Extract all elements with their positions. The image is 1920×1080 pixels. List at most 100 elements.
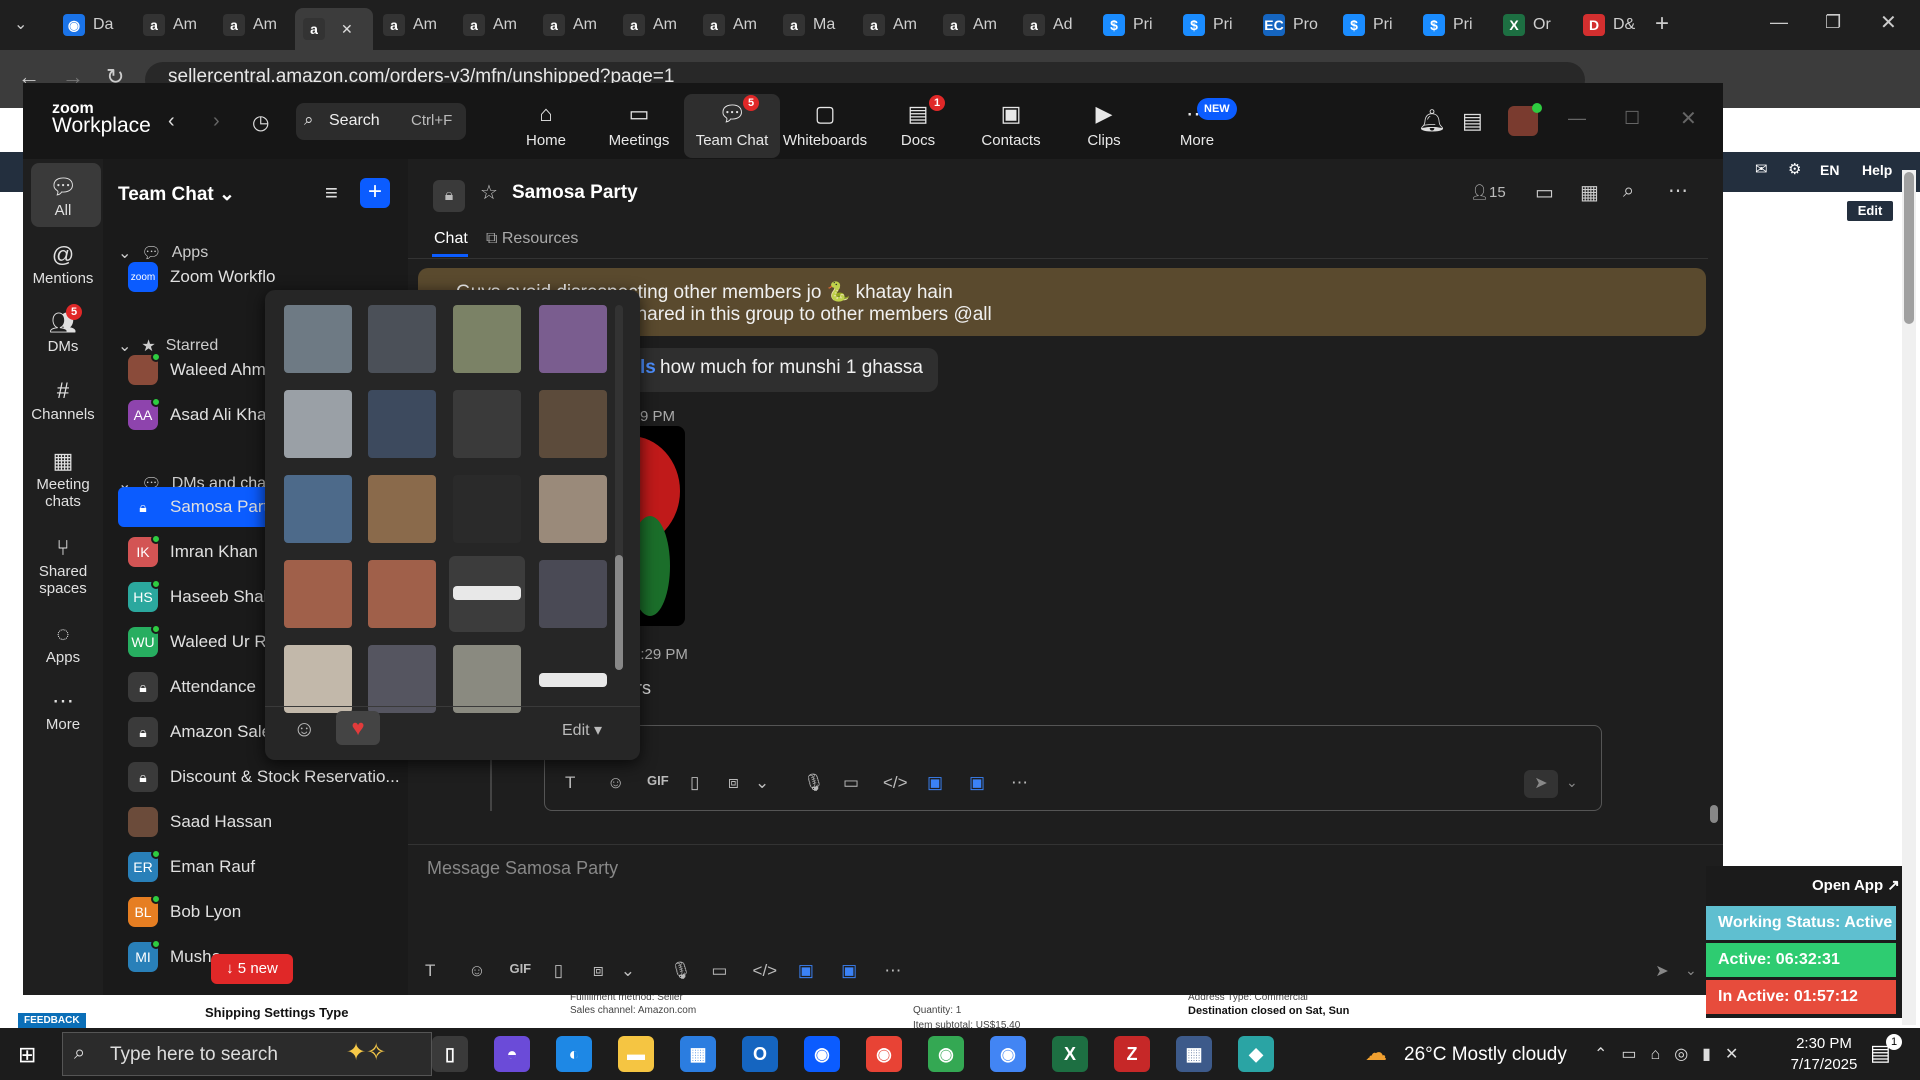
browser-tab[interactable]: $ Pri [1415, 8, 1493, 42]
zoom-close-button[interactable]: ✕ [1680, 106, 1697, 131]
restore-window-button[interactable]: ❐ [1825, 12, 1841, 33]
sidebar-item[interactable]: ER Eman Rauf [118, 847, 408, 887]
nav-meetings[interactable]: ▭ Meetings [594, 100, 684, 149]
nav-home[interactable]: ⌂ Home [501, 100, 591, 149]
reply-composer[interactable] [544, 725, 1602, 811]
browser-tab[interactable]: a Am [455, 8, 533, 42]
gear-icon[interactable]: ⚙ [1788, 160, 1801, 178]
video-call-icon[interactable]: ▭ [1535, 180, 1554, 205]
calculator-icon[interactable]: ▦ [1176, 1036, 1212, 1072]
sticker-thumbnail[interactable] [453, 305, 521, 373]
file-explorer-icon[interactable]: ▬ [618, 1036, 654, 1072]
picker-edit-button[interactable]: Edit ▾ [562, 720, 602, 740]
mention-link[interactable]: ls [640, 357, 656, 379]
sticker-thumbnail[interactable] [284, 390, 352, 458]
channel-title[interactable]: Samosa Party [512, 182, 638, 204]
rail-mentions[interactable]: @ Mentions [23, 240, 103, 287]
search-placeholder[interactable]: Search [329, 112, 380, 130]
filezilla-icon[interactable]: Z [1114, 1036, 1150, 1072]
chrome-taskbar-icon[interactable]: ◉ [866, 1036, 902, 1072]
video-message-icon[interactable]: ▭ [711, 961, 727, 981]
taskbar-search-input[interactable]: Type here to search [110, 1044, 278, 1066]
nav-docs[interactable]: ▤ Docs [873, 100, 963, 149]
weather-icon[interactable]: ☁ [1365, 1040, 1387, 1066]
browser-tab[interactable]: $ Pri [1175, 8, 1253, 42]
rail-shared-spaces[interactable]: ⑂ Shared spaces [23, 533, 103, 597]
sticker-thumbnail[interactable] [368, 390, 436, 458]
browser-tab[interactable]: $ Pri [1095, 8, 1173, 42]
sticker-thumbnail[interactable] [453, 645, 521, 713]
feedback-button[interactable]: FEEDBACK [18, 1013, 86, 1028]
rail-dms[interactable]: 👥︎ DMs [23, 308, 103, 355]
sticker-thumbnail[interactable] [284, 305, 352, 373]
calendar-app-icon[interactable]: ▤ [1462, 108, 1483, 134]
app-taskbar-icon[interactable]: ◆ [1238, 1036, 1274, 1072]
copilot-app-icon[interactable]: ◓ [494, 1036, 530, 1072]
rail-all[interactable]: 💬︎ All [23, 172, 103, 219]
chat-scrollbar-thumb[interactable] [1710, 805, 1718, 823]
browser-tab[interactable]: a Am [375, 8, 453, 42]
sticker-thumbnail[interactable] [539, 305, 607, 373]
picker-scrollbar-thumb[interactable] [615, 555, 623, 670]
browser-tab[interactable]: a Am [615, 8, 693, 42]
rail-meeting-chats[interactable]: ▦ Meeting chats [23, 446, 103, 510]
more-options-icon[interactable]: ⋯ [1668, 178, 1688, 203]
edit-button[interactable]: Edit [1846, 200, 1894, 222]
emoji-tab-icon[interactable]: ☺ [293, 716, 315, 742]
sticker-thumbnail[interactable] [284, 475, 352, 543]
sticker-thumbnail[interactable] [453, 586, 521, 600]
screenshot-icon[interactable]: ⧈ [593, 961, 604, 981]
sticker-thumbnail[interactable] [284, 645, 352, 713]
file-icon[interactable]: ▯ [554, 961, 563, 981]
clock-time[interactable]: 2:30 PM [1789, 1035, 1859, 1052]
chrome-taskbar-icon[interactable]: ◉ [928, 1036, 964, 1072]
app-icon[interactable]: ▣ [798, 961, 814, 981]
text-format-icon[interactable]: T [565, 773, 575, 793]
clock-date[interactable]: 7/17/2025 [1780, 1056, 1868, 1073]
browser-tab[interactable]: a Ma [775, 8, 853, 42]
more-tools-icon[interactable]: ⋯ [1011, 773, 1028, 793]
chat-scrollbar[interactable] [1710, 260, 1720, 825]
main-send-options-icon[interactable]: ⌄ [1685, 962, 1697, 979]
browser-tab[interactable]: a ✕ [295, 8, 373, 50]
message-input[interactable]: Message Samosa Party [427, 858, 618, 879]
browser-tab[interactable]: a Ad [1015, 8, 1093, 42]
browser-tab[interactable]: a Am [215, 8, 293, 42]
sidebar-item[interactable]: BL Bob Lyon [118, 892, 408, 932]
sticker-thumbnail[interactable] [368, 645, 436, 713]
help-link[interactable]: Help [1862, 162, 1892, 178]
browser-tab[interactable]: a Am [135, 8, 213, 42]
main-send-button[interactable]: ➤ [1645, 958, 1679, 986]
forward-arrow-icon[interactable]: › [213, 110, 220, 133]
filter-icon[interactable]: ≡ [325, 180, 338, 206]
sticker-thumbnail[interactable] [368, 560, 436, 628]
nav-team-chat[interactable]: 💬︎ Team Chat [687, 100, 777, 149]
browser-tab[interactable]: EC Pro [1255, 8, 1333, 42]
system-tray-icons[interactable]: ⌃▭⌂◎▮✕ [1594, 1044, 1752, 1064]
windows-start-icon[interactable]: ⊞ [18, 1042, 36, 1068]
nav-whiteboards[interactable]: ▢ Whiteboards [780, 100, 870, 149]
calendar-icon[interactable]: ▦ [1580, 180, 1599, 205]
send-button[interactable]: ➤ [1524, 770, 1558, 798]
new-chat-button[interactable]: + [360, 178, 390, 208]
sticker-thumbnail[interactable] [368, 305, 436, 373]
rail-apps[interactable]: ◌ Apps [23, 619, 103, 666]
sticker-thumbnail[interactable] [539, 390, 607, 458]
send-options-icon[interactable]: ⌄ [1566, 774, 1578, 791]
tab-chat[interactable]: Chat [434, 230, 468, 248]
sticker-thumbnail[interactable] [284, 560, 352, 628]
browser-tab[interactable]: D D& [1575, 8, 1653, 42]
microphone-icon[interactable]: 🎙︎ [670, 961, 692, 981]
mail-icon[interactable]: ✉ [1755, 160, 1768, 178]
gif-icon[interactable]: GIF [509, 961, 531, 976]
close-window-button[interactable]: ✕ [1880, 10, 1897, 35]
app-icon[interactable]: ▣ [927, 773, 943, 793]
file-icon[interactable]: ▯ [690, 773, 699, 793]
nav-clips[interactable]: ▶ Clips [1059, 100, 1149, 149]
sticker-thumbnail[interactable] [368, 475, 436, 543]
code-icon[interactable]: </> [883, 773, 908, 793]
browser-tab[interactable]: $ Pri [1335, 8, 1413, 42]
rail-more[interactable]: ⋯ More [23, 686, 103, 733]
browser-tab[interactable]: X Or [1495, 8, 1573, 42]
sticker-thumbnail[interactable] [539, 560, 607, 628]
